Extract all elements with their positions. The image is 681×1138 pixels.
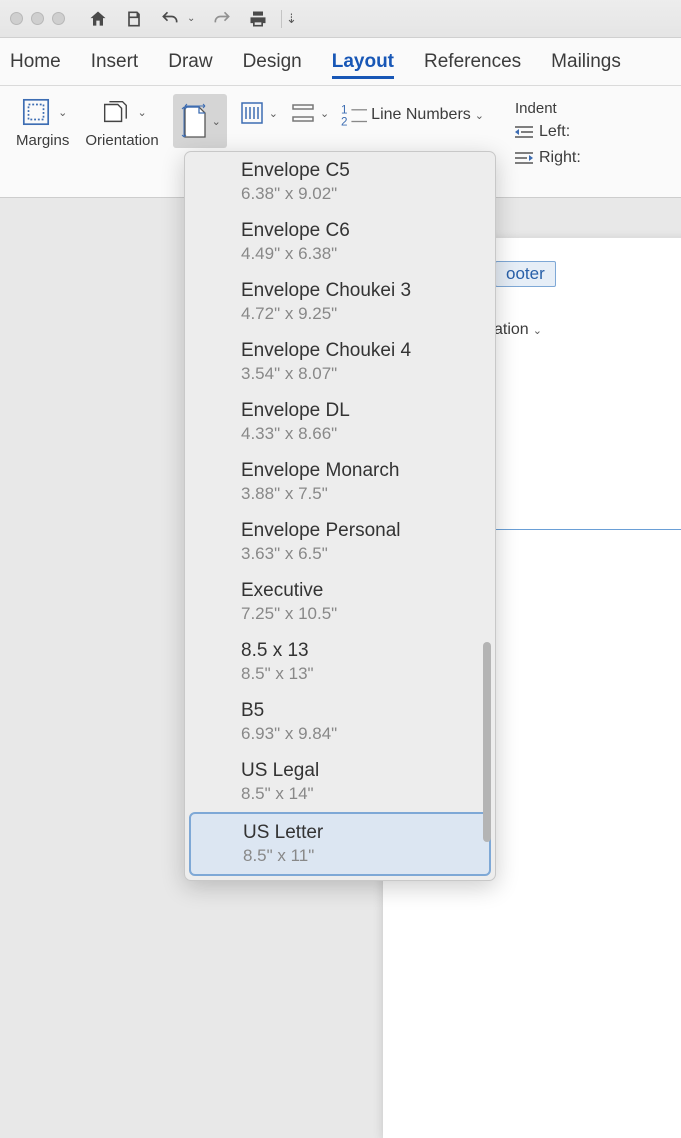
breaks-icon — [290, 100, 316, 126]
window-controls — [10, 12, 65, 25]
size-option-name: US Legal — [241, 760, 485, 782]
line-numbers-button[interactable]: 12 Line Numbers ⌄ — [335, 98, 490, 132]
svg-text:2: 2 — [341, 115, 348, 128]
margins-button[interactable]: ⌄ Margins — [8, 94, 77, 149]
columns-icon — [239, 100, 265, 126]
orientation-label: Orientation — [85, 132, 158, 149]
size-option-name: Envelope Choukei 3 — [241, 280, 485, 302]
size-icon — [179, 103, 209, 139]
chevron-down-icon: ⌄ — [212, 115, 221, 128]
titlebar: ⌄ ⇣ — [0, 0, 681, 38]
size-dropdown: Envelope C56.38" x 9.02"Envelope C64.49"… — [184, 151, 496, 881]
size-option[interactable]: Envelope Choukei 43.54" x 8.07" — [185, 332, 495, 392]
tab-references[interactable]: References — [424, 41, 521, 83]
size-option[interactable]: Envelope C64.49" x 6.38" — [185, 212, 495, 272]
size-option-name: Executive — [241, 580, 485, 602]
indent-right-label: Right: — [539, 149, 581, 167]
size-option-dims: 6.93" x 9.84" — [241, 724, 485, 744]
footer-badge-partial[interactable]: ooter — [495, 261, 556, 287]
line-numbers-icon: 12 — [341, 102, 367, 128]
size-option[interactable]: 8.5 x 138.5" x 13" — [185, 632, 495, 692]
size-option-dims: 3.54" x 8.07" — [241, 364, 485, 384]
orientation-button[interactable]: ⌄ Orientation — [77, 94, 166, 149]
indent-right-icon — [515, 151, 533, 165]
tab-mailings[interactable]: Mailings — [551, 41, 621, 83]
indent-left-icon — [515, 125, 533, 139]
size-option-dims: 3.88" x 7.5" — [241, 484, 485, 504]
size-option-dims: 8.5" x 13" — [241, 664, 485, 684]
home-icon[interactable] — [87, 8, 109, 30]
size-option[interactable]: Envelope DL4.33" x 8.66" — [185, 392, 495, 452]
size-option-name: US Letter — [243, 822, 479, 844]
size-option-dims: 8.5" x 11" — [243, 846, 479, 866]
orientation-icon — [97, 94, 133, 130]
line-numbers-label: Line Numbers — [371, 106, 471, 124]
tab-layout[interactable]: Layout — [332, 41, 394, 83]
size-option-dims: 7.25" x 10.5" — [241, 604, 485, 624]
undo-dropdown-icon[interactable]: ⌄ — [187, 13, 197, 24]
zoom-window-button[interactable] — [52, 12, 65, 25]
size-option-name: B5 — [241, 700, 485, 722]
size-option-dims: 6.38" x 9.02" — [241, 184, 485, 204]
size-option-name: Envelope Choukei 4 — [241, 340, 485, 362]
size-option-dims: 8.5" x 14" — [241, 784, 485, 804]
indent-title: Indent — [515, 100, 581, 117]
chevron-down-icon: ⌄ — [533, 324, 542, 337]
size-option[interactable]: US Letter8.5" x 11" — [189, 812, 491, 876]
chevron-down-icon: ⌄ — [320, 107, 329, 120]
breaks-button[interactable]: ⌄ — [284, 96, 335, 130]
close-window-button[interactable] — [10, 12, 23, 25]
size-option-dims: 4.72" x 9.25" — [241, 304, 485, 324]
chevron-down-icon: ⌄ — [269, 107, 278, 120]
scrollbar-thumb[interactable] — [483, 642, 491, 842]
size-option-dims: 3.63" x 6.5" — [241, 544, 485, 564]
chevron-down-icon: ⌄ — [58, 106, 67, 119]
ribbon-tabs: Home Insert Draw Design Layout Reference… — [0, 38, 681, 86]
indent-right-row[interactable]: Right: — [515, 149, 581, 167]
size-option-name: Envelope C6 — [241, 220, 485, 242]
redo-icon[interactable] — [211, 8, 233, 30]
size-button[interactable]: ⌄ — [167, 94, 233, 148]
size-option-name: Envelope Monarch — [241, 460, 485, 482]
size-option-name: Envelope C5 — [241, 160, 485, 182]
tab-home[interactable]: Home — [10, 41, 61, 83]
indent-left-row[interactable]: Left: — [515, 123, 581, 141]
chevron-down-icon: ⌄ — [137, 106, 146, 119]
tab-insert[interactable]: Insert — [91, 41, 139, 83]
margins-label: Margins — [16, 132, 69, 149]
margins-icon — [18, 94, 54, 130]
tab-draw[interactable]: Draw — [168, 41, 212, 83]
size-option-dims: 4.49" x 6.38" — [241, 244, 485, 264]
size-option[interactable]: B56.93" x 9.84" — [185, 692, 495, 752]
chevron-down-icon: ⌄ — [475, 109, 484, 122]
tab-design[interactable]: Design — [243, 41, 302, 83]
size-option-name: Envelope Personal — [241, 520, 485, 542]
size-option-name: 8.5 x 13 — [241, 640, 485, 662]
size-option[interactable]: Envelope C56.38" x 9.02" — [185, 152, 495, 212]
print-icon[interactable] — [247, 8, 269, 30]
size-option-name: Envelope DL — [241, 400, 485, 422]
minimize-window-button[interactable] — [31, 12, 44, 25]
size-option[interactable]: Envelope Personal3.63" x 6.5" — [185, 512, 495, 572]
size-option[interactable]: Envelope Monarch3.88" x 7.5" — [185, 452, 495, 512]
quick-access-customize-icon[interactable]: ⇣ — [286, 11, 296, 27]
size-option[interactable]: US Legal8.5" x 14" — [185, 752, 495, 812]
undo-icon[interactable] — [159, 8, 181, 30]
save-icon[interactable] — [123, 8, 145, 30]
size-option[interactable]: Executive7.25" x 10.5" — [185, 572, 495, 632]
columns-button[interactable]: ⌄ — [233, 96, 284, 130]
hyphenation-button-partial[interactable]: ation ⌄ — [494, 321, 542, 339]
indent-left-label: Left: — [539, 123, 570, 141]
size-option[interactable]: Envelope Choukei 34.72" x 9.25" — [185, 272, 495, 332]
size-option-dims: 4.33" x 8.66" — [241, 424, 485, 444]
